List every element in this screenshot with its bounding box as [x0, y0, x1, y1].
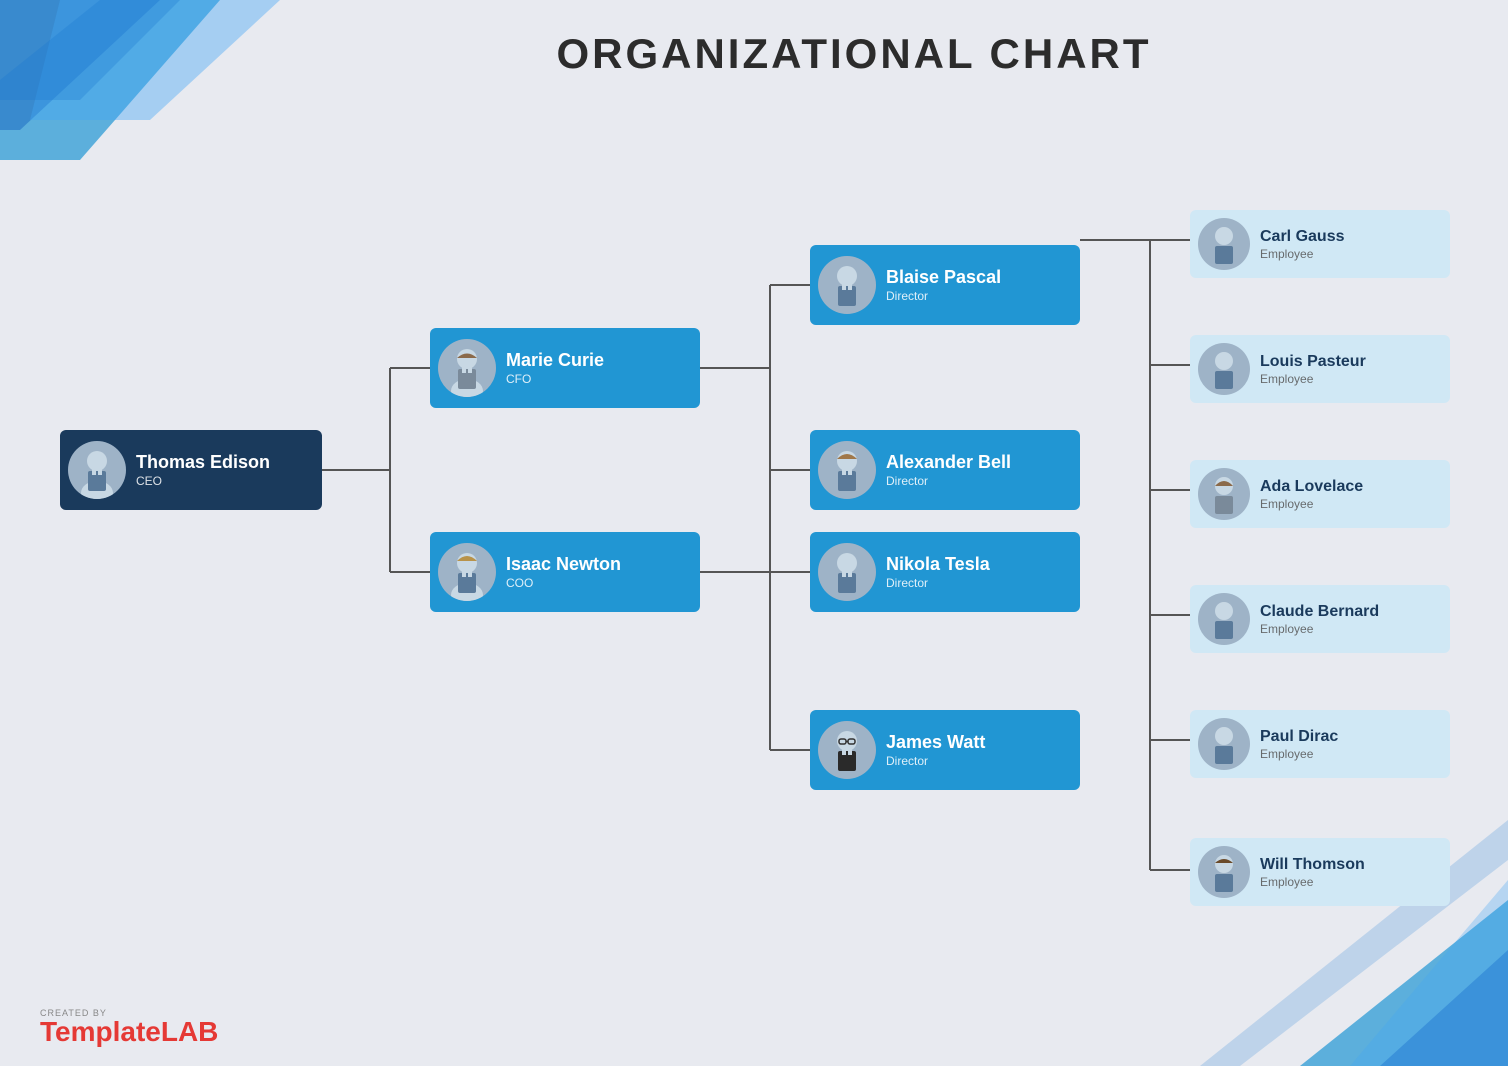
employee-1-node: Carl Gauss Employee — [1190, 210, 1450, 278]
employee-2-title: Employee — [1260, 372, 1366, 386]
employee-3-text: Ada Lovelace Employee — [1260, 477, 1363, 510]
employee-6-text: Will Thomson Employee — [1260, 855, 1365, 888]
employee-6-node: Will Thomson Employee — [1190, 838, 1450, 906]
director-3-name: Nikola Tesla — [886, 554, 990, 576]
director-1-name: Blaise Pascal — [886, 267, 1001, 289]
cfo-text: Marie Curie CFO — [506, 350, 604, 386]
employee-1-text: Carl Gauss Employee — [1260, 227, 1344, 260]
employee-2-text: Louis Pasteur Employee — [1260, 352, 1366, 385]
director-2-name: Alexander Bell — [886, 452, 1011, 474]
logo-brand-light: Template — [40, 1016, 161, 1047]
director-4-title: Director — [886, 754, 985, 768]
director-3-title: Director — [886, 576, 990, 590]
director-2-text: Alexander Bell Director — [886, 452, 1011, 488]
director-3-avatar — [818, 543, 876, 601]
employee-1-avatar — [1198, 218, 1250, 270]
employee-2-node: Louis Pasteur Employee — [1190, 335, 1450, 403]
employee-1-title: Employee — [1260, 247, 1344, 261]
employee-4-node: Claude Bernard Employee — [1190, 585, 1450, 653]
coo-title: COO — [506, 576, 621, 590]
ceo-text: Thomas Edison CEO — [136, 452, 270, 488]
director-4-text: James Watt Director — [886, 732, 985, 768]
director-1-text: Blaise Pascal Director — [886, 267, 1001, 303]
cfo-node: Marie Curie CFO — [430, 328, 700, 408]
director-4-node: James Watt Director — [810, 710, 1080, 790]
employee-5-avatar — [1198, 718, 1250, 770]
employee-3-avatar — [1198, 468, 1250, 520]
director-1-title: Director — [886, 289, 1001, 303]
employee-4-avatar — [1198, 593, 1250, 645]
employee-3-title: Employee — [1260, 497, 1363, 511]
employee-3-node: Ada Lovelace Employee — [1190, 460, 1450, 528]
director-3-node: Nikola Tesla Director — [810, 532, 1080, 612]
director-4-name: James Watt — [886, 732, 985, 754]
employee-5-text: Paul Dirac Employee — [1260, 727, 1338, 760]
employee-6-avatar — [1198, 846, 1250, 898]
employee-2-name: Louis Pasteur — [1260, 352, 1366, 371]
employee-5-name: Paul Dirac — [1260, 727, 1338, 746]
director-2-avatar — [818, 441, 876, 499]
employee-5-node: Paul Dirac Employee — [1190, 710, 1450, 778]
ceo-title: CEO — [136, 474, 270, 488]
logo-area: CREATED BY TemplateLAB — [40, 1008, 218, 1046]
employee-4-title: Employee — [1260, 622, 1379, 636]
director-2-title: Director — [886, 474, 1011, 488]
employee-6-name: Will Thomson — [1260, 855, 1365, 874]
director-2-node: Alexander Bell Director — [810, 430, 1080, 510]
cfo-name: Marie Curie — [506, 350, 604, 372]
chart-area: Thomas Edison CEO Marie Curie CFO — [0, 110, 1508, 1030]
employee-6-title: Employee — [1260, 875, 1365, 889]
employee-4-name: Claude Bernard — [1260, 602, 1379, 621]
employee-2-avatar — [1198, 343, 1250, 395]
page-container: ORGANIZATIONAL CHART — [0, 0, 1508, 1066]
employee-1-name: Carl Gauss — [1260, 227, 1344, 246]
logo-brand-bold: LAB — [161, 1016, 219, 1047]
employee-3-name: Ada Lovelace — [1260, 477, 1363, 496]
director-4-avatar — [818, 721, 876, 779]
director-1-node: Blaise Pascal Director — [810, 245, 1080, 325]
ceo-avatar — [68, 441, 126, 499]
coo-avatar — [438, 543, 496, 601]
cfo-title: CFO — [506, 372, 604, 386]
director-3-text: Nikola Tesla Director — [886, 554, 990, 590]
director-1-avatar — [818, 256, 876, 314]
coo-node: Isaac Newton COO — [430, 532, 700, 612]
ceo-node: Thomas Edison CEO — [60, 430, 322, 510]
employee-4-text: Claude Bernard Employee — [1260, 602, 1379, 635]
ceo-name: Thomas Edison — [136, 452, 270, 474]
coo-text: Isaac Newton COO — [506, 554, 621, 590]
page-title: ORGANIZATIONAL CHART — [200, 0, 1508, 78]
logo-brand: TemplateLAB — [40, 1018, 218, 1046]
coo-name: Isaac Newton — [506, 554, 621, 576]
employee-5-title: Employee — [1260, 747, 1338, 761]
cfo-avatar — [438, 339, 496, 397]
